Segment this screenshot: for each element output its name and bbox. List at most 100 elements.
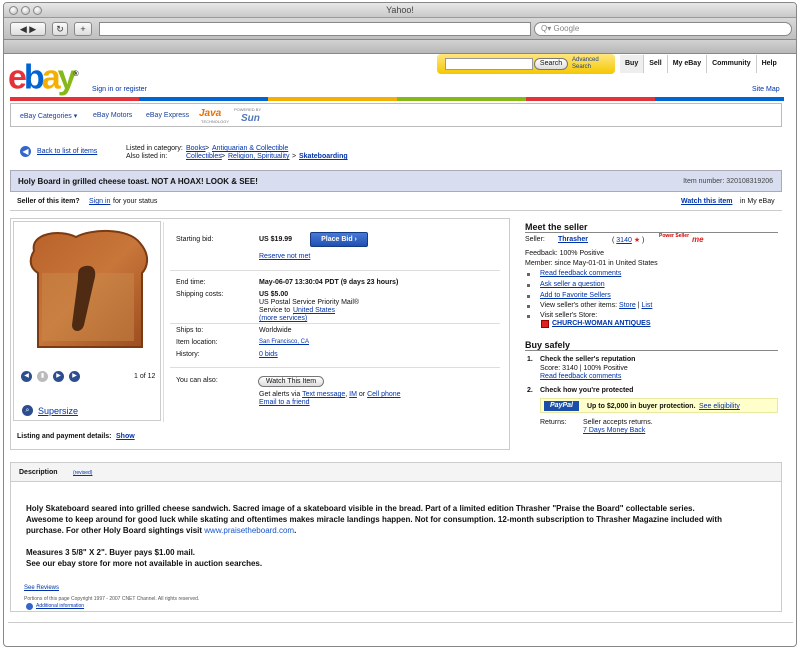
ebay-logo[interactable]: ebay® (8, 58, 79, 94)
sun-logo: Sun (241, 113, 260, 124)
payment-show-link[interactable]: Show (116, 433, 135, 440)
place-bid-button[interactable]: Place Bid › (310, 232, 368, 247)
seller-score-link[interactable]: 3140 (616, 237, 632, 244)
text-message-link[interactable]: Text message (302, 391, 345, 398)
eligibility-link[interactable]: See eligibility (699, 403, 740, 410)
more-services-link[interactable]: (more services) (259, 315, 307, 322)
store-link[interactable]: Store (619, 302, 636, 309)
reserve-link[interactable]: Reserve not met (259, 253, 310, 260)
cell-phone-link[interactable]: Cell phone (367, 391, 400, 398)
ebay-express-link[interactable]: eBay Express (146, 112, 189, 119)
google-search-placeholder: Google (553, 24, 580, 33)
next-photo-button[interactable]: ▶ (69, 371, 80, 382)
store-name-link[interactable]: CHURCH-WOMAN ANTIQUES (552, 320, 651, 327)
nav-my-ebay[interactable]: My eBay (666, 55, 706, 73)
alerts-row: Get alerts via Text message, IM or Cell … (259, 391, 401, 398)
category-collectibles-link[interactable]: Collectibles (186, 153, 222, 160)
ebay-motors-link[interactable]: eBay Motors (93, 112, 132, 119)
reload-button[interactable]: ↻ (52, 22, 68, 36)
money-back-link[interactable]: 7 Days Money Back (583, 427, 645, 434)
back-to-list-link[interactable]: Back to list of items (37, 148, 97, 155)
item-location-value[interactable]: San Francisco, CA (259, 339, 309, 345)
nav-sell[interactable]: Sell (643, 55, 666, 73)
nav-help[interactable]: Help (755, 55, 782, 73)
category-books-link[interactable]: Books (186, 145, 205, 152)
bookmarks-bar (4, 40, 796, 54)
plus-icon: + (80, 24, 86, 34)
java-sub-label: TECHNOLOGY (201, 119, 230, 124)
step-1-feedback-link[interactable]: Read feedback comments (540, 373, 621, 380)
color-stripe (139, 97, 268, 101)
list-link[interactable]: List (641, 302, 652, 309)
breadcrumb-separator: > (221, 153, 226, 160)
power-seller-badge: Power Seller (659, 233, 690, 239)
sign-in-link[interactable]: Sign in or register (92, 86, 147, 93)
magnify-icon: ⌕ (22, 405, 33, 416)
watch-this-item-link[interactable]: Watch this item (681, 198, 732, 205)
can-also-label: You can also: (176, 377, 218, 384)
description-tab[interactable]: Description (19, 469, 58, 476)
alerts-or: or (358, 391, 366, 398)
category-antiquarian-link[interactable]: Antiquarian & Collectible (212, 145, 288, 152)
add-favorite-link[interactable]: Add to Favorite Sellers (540, 292, 611, 299)
search-icon: Q▾ (541, 24, 552, 33)
play-icon: ▶ (56, 373, 61, 379)
photo-count: 1 of 12 (134, 373, 156, 380)
logo-letter-a: a (41, 58, 61, 97)
item-photo[interactable] (20, 229, 156, 355)
me-badge[interactable]: me (692, 235, 704, 244)
sign-in-status-link[interactable]: Sign in (89, 198, 110, 205)
watch-item-button[interactable]: Watch This Item (258, 376, 324, 387)
revised-link[interactable]: (revised) (73, 470, 92, 476)
ships-to-label: Ships to: (176, 327, 204, 334)
see-reviews-link[interactable]: See Reviews (24, 585, 59, 591)
advanced-search-link[interactable]: Advanced Search (572, 57, 612, 71)
watch-suffix: in My eBay (740, 198, 775, 205)
member-since: Member: since May-01-01 in United States (525, 260, 658, 267)
next-arrow-icon: ▶ (72, 373, 77, 379)
site-map-link[interactable]: Site Map (752, 86, 780, 93)
im-link[interactable]: IM (349, 391, 357, 398)
step-1-score: Score: 3140 | 100% Positive (540, 365, 628, 372)
email-friend-link[interactable]: Email to a friend (259, 399, 310, 406)
logo-trademark: ® (73, 71, 79, 78)
read-feedback-link[interactable]: Read feedback comments (540, 270, 621, 277)
bid-history-link[interactable]: 0 bids (259, 351, 278, 358)
pause-photo-button[interactable]: ▮ (37, 371, 48, 382)
description-period: . (294, 526, 297, 535)
ask-seller-link[interactable]: Ask seller a question (540, 281, 605, 288)
browser-toolbar: ◀ ▶ ↻ + Q▾ Google (4, 18, 796, 40)
nav-community[interactable]: Community (706, 55, 756, 73)
color-stripe (397, 97, 526, 101)
address-bar[interactable] (99, 22, 531, 36)
prev-photo-button[interactable]: ◀ (21, 371, 32, 382)
additional-info-link[interactable]: Additional information (36, 603, 84, 609)
praise-board-link[interactable]: www.praisetheboard.com (204, 526, 294, 535)
nav-buy[interactable]: Buy (620, 55, 644, 73)
sub-navigation: eBay Categories ▾ eBay Motors eBay Expre… (10, 103, 782, 127)
seller-status-bar: Seller of this item? Sign in for your st… (10, 193, 782, 211)
back-forward-button[interactable]: ◀ ▶ (10, 22, 46, 36)
section-rule (525, 232, 778, 233)
category-skateboarding-link[interactable]: Skateboarding (299, 153, 348, 160)
info-icon (26, 603, 33, 610)
seller-label: Seller: (525, 236, 545, 243)
paypal-protection: PayPal Up to $2,000 in buyer protection.… (540, 398, 778, 413)
ebay-categories-menu[interactable]: eBay Categories ▾ (20, 112, 77, 120)
step-2-number: 2. (527, 387, 533, 394)
seller-name-link[interactable]: Thrasher (558, 236, 588, 243)
description-line: Measures 3 5/8" X 2". Buyer pays $1.00 m… (26, 548, 196, 557)
back-arrow-icon: ◀ (19, 24, 27, 34)
service-to-link[interactable]: United States (293, 307, 335, 314)
ebay-search-button[interactable]: Search (534, 58, 568, 70)
google-search-field[interactable]: Q▾ Google (534, 22, 792, 36)
category-religion-link[interactable]: Religion, Spirituality (228, 153, 289, 160)
supersize-link[interactable]: Supersize (38, 406, 78, 416)
main-nav: Buy Sell My eBay Community Help (620, 55, 782, 73)
back-arrow-icon[interactable]: ◀ (20, 146, 31, 157)
add-bookmark-button[interactable]: + (74, 22, 92, 36)
ebay-search-input[interactable] (445, 58, 533, 70)
brand-color-bar (10, 97, 784, 101)
logo-letter-y: y (57, 58, 77, 97)
play-photo-button[interactable]: ▶ (53, 371, 64, 382)
